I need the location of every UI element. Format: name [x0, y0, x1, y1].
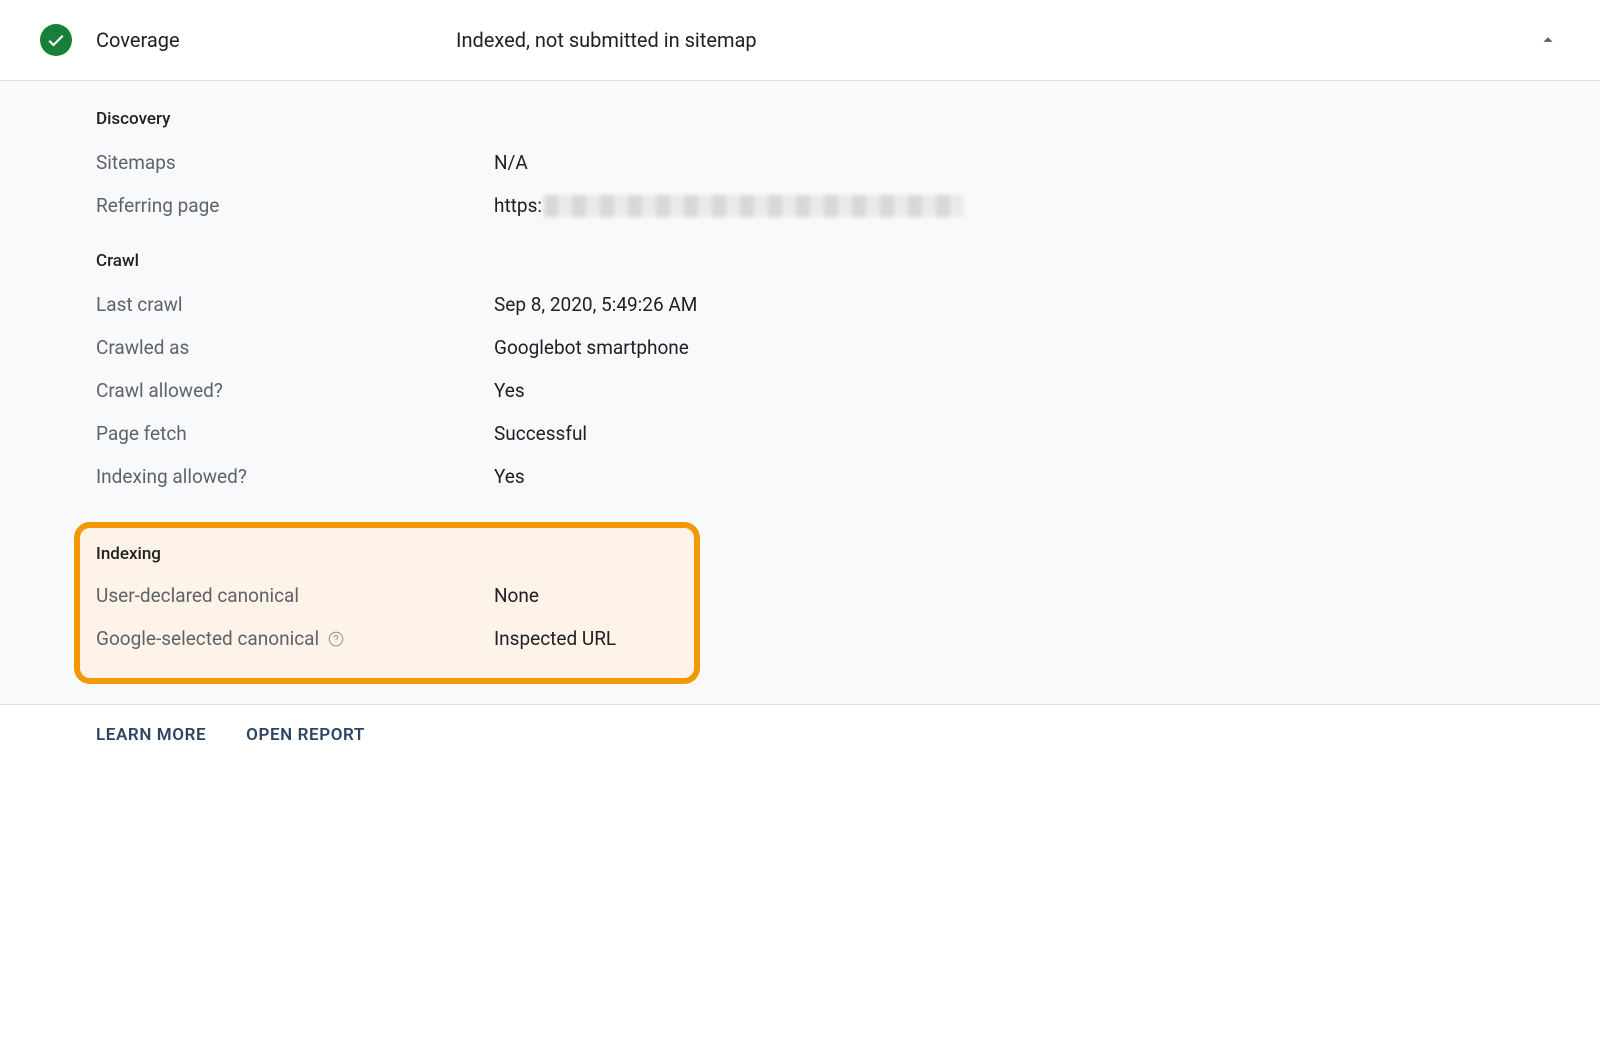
row-page-fetch: Page fetch Successful — [96, 422, 1560, 445]
value-indexing-allowed: Yes — [494, 465, 525, 488]
value-google-canonical: Inspected URL — [494, 627, 616, 650]
row-crawl-allowed: Crawl allowed? Yes — [96, 379, 1560, 402]
crawl-section: Crawl Last crawl Sep 8, 2020, 5:49:26 AM… — [96, 251, 1560, 488]
coverage-summary: Indexed, not submitted in sitemap — [456, 28, 1536, 52]
row-sitemaps: Sitemaps N/A — [96, 151, 1560, 174]
discovery-title: Discovery — [96, 109, 1560, 129]
help-icon[interactable] — [327, 630, 345, 648]
chevron-up-icon[interactable] — [1536, 28, 1560, 52]
row-last-crawl: Last crawl Sep 8, 2020, 5:49:26 AM — [96, 293, 1560, 316]
row-google-canonical: Google-selected canonical Inspected URL — [96, 627, 678, 650]
label-last-crawl: Last crawl — [96, 293, 494, 316]
coverage-body: Discovery Sitemaps N/A Referring page ht… — [0, 81, 1600, 704]
referring-url-redacted — [544, 195, 964, 217]
label-sitemaps: Sitemaps — [96, 151, 494, 174]
label-google-canonical-text: Google-selected canonical — [96, 627, 319, 650]
label-indexing-allowed: Indexing allowed? — [96, 465, 494, 488]
row-indexing-allowed: Indexing allowed? Yes — [96, 465, 1560, 488]
open-report-button[interactable]: Open Report — [246, 725, 365, 745]
indexing-highlight: Indexing User-declared canonical None Go… — [74, 522, 700, 684]
referring-url-prefix: https: — [494, 194, 542, 217]
value-sitemaps: N/A — [494, 151, 528, 174]
value-crawled-as: Googlebot smartphone — [494, 336, 689, 359]
value-crawl-allowed: Yes — [494, 379, 525, 402]
coverage-header[interactable]: Coverage Indexed, not submitted in sitem… — [0, 0, 1600, 81]
learn-more-button[interactable]: Learn More — [96, 725, 206, 745]
label-google-canonical: Google-selected canonical — [96, 627, 494, 650]
label-referring-page: Referring page — [96, 194, 494, 217]
value-user-canonical: None — [494, 584, 539, 607]
coverage-title: Coverage — [96, 28, 456, 52]
value-last-crawl: Sep 8, 2020, 5:49:26 AM — [494, 293, 697, 316]
crawl-title: Crawl — [96, 251, 1560, 271]
indexing-title: Indexing — [96, 544, 678, 564]
label-crawled-as: Crawled as — [96, 336, 494, 359]
label-page-fetch: Page fetch — [96, 422, 494, 445]
value-referring-page: https: — [494, 194, 964, 217]
row-user-canonical: User-declared canonical None — [96, 584, 678, 607]
label-user-canonical: User-declared canonical — [96, 584, 494, 607]
row-crawled-as: Crawled as Googlebot smartphone — [96, 336, 1560, 359]
status-success-icon — [40, 24, 72, 56]
value-page-fetch: Successful — [494, 422, 587, 445]
label-crawl-allowed: Crawl allowed? — [96, 379, 494, 402]
discovery-section: Discovery Sitemaps N/A Referring page ht… — [96, 109, 1560, 217]
row-referring-page: Referring page https: — [96, 194, 1560, 217]
coverage-footer: Learn More Open Report — [0, 704, 1600, 765]
